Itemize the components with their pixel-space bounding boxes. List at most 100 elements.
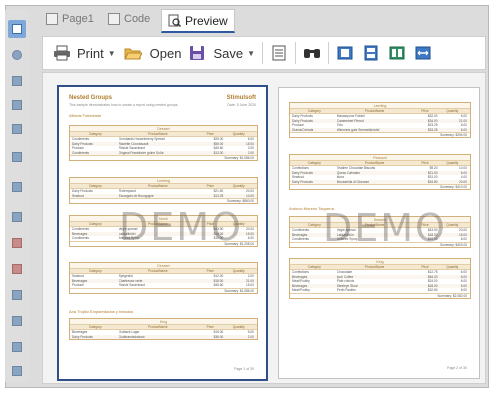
sidebar-tool-button[interactable]: [8, 286, 26, 304]
parameters-button[interactable]: [268, 42, 290, 64]
sidebar-tool-button[interactable]: [8, 338, 26, 356]
data-table: King Category ProductName Price Quantity Conf…: [289, 258, 471, 299]
toolbar-divider: [295, 42, 297, 64]
shape-icon: [12, 290, 22, 300]
chevron-down-icon[interactable]: ▼: [247, 49, 255, 58]
tab-label: Preview: [185, 13, 228, 28]
sidebar-tool-button[interactable]: [8, 234, 26, 252]
report-header: Nested Groups Stimulsoft: [69, 95, 256, 101]
tab-page1[interactable]: Page1: [40, 8, 100, 30]
sidebar-tool-button[interactable]: [8, 46, 26, 64]
page-number: Page 1 of 30: [234, 367, 254, 371]
sidebar-tool-button[interactable]: [8, 96, 26, 114]
sidebar-tool-button[interactable]: [8, 178, 26, 196]
table-cell: Escargots de Bourgogne: [118, 193, 154, 198]
table-cell: 2.00: [247, 150, 254, 155]
table-cell: $13.00: [213, 150, 224, 155]
code-icon: [108, 13, 120, 25]
table-cell: Original Frankfurter grüne Soße: [118, 150, 164, 155]
sidebar-tool-button[interactable]: [8, 72, 26, 90]
table-cell: $33.25: [427, 127, 438, 132]
group-header: Alfreds Futterkiste: [69, 113, 102, 118]
list-icon: [272, 45, 286, 61]
tab-code[interactable]: Code: [102, 8, 156, 30]
binoculars-icon: [304, 49, 321, 58]
demo-watermark: DEMO: [323, 206, 447, 250]
sidebar-tool-button[interactable]: [8, 208, 26, 226]
single-page-button[interactable]: [334, 42, 356, 64]
column-header: Category: [88, 222, 102, 226]
report-page-2[interactable]: Leerling Category ProductName Price Quantity…: [278, 87, 480, 379]
tab-bar: Page1 Code Preview: [34, 5, 484, 33]
report-page-1[interactable]: Nested Groups Stimulsoft This sample dem…: [57, 85, 268, 381]
table-summary: Summary: $860.00: [70, 198, 257, 203]
sidebar-tool-button[interactable]: [8, 362, 26, 380]
sidebar-tool-button[interactable]: [8, 120, 26, 138]
column-header: Category: [88, 269, 102, 273]
column-header: Category: [307, 109, 321, 113]
table-cell: 2.00: [247, 334, 254, 339]
circle-icon: [12, 50, 22, 60]
sidebar-tool-button[interactable]: [8, 260, 26, 278]
pointer-icon: [12, 24, 22, 34]
column-header: Category: [88, 132, 102, 136]
preview-toolbar: Print ▼ Open Save ▼: [42, 36, 486, 70]
brand-name: Stimulsoft: [226, 95, 256, 101]
find-button[interactable]: [301, 42, 323, 64]
column-header: Price: [206, 325, 214, 329]
report-title: Nested Groups: [69, 95, 113, 101]
table-summary: Summary: $1,086.00: [70, 287, 257, 293]
barcode-icon: [12, 316, 22, 326]
sub-report-icon: [12, 342, 22, 352]
column-header: Category: [88, 325, 102, 329]
table-cell: 6.00: [460, 127, 467, 132]
column-header: Quantity: [232, 269, 245, 273]
table-cell: Perth Pasties: [336, 288, 356, 292]
tab-preview[interactable]: Preview: [161, 9, 235, 33]
table-summary: Summary: $410.00: [290, 184, 470, 189]
column-header: Price: [421, 109, 429, 113]
data-table: Leerling Category ProductName Price Quantity…: [289, 102, 471, 138]
save-button[interactable]: Save ▼: [185, 40, 259, 66]
continuous-button[interactable]: [360, 42, 382, 64]
sidebar-tool-button[interactable]: [8, 312, 26, 330]
left-sidebar: [5, 10, 29, 382]
column-header: Price: [421, 265, 429, 269]
column-header: Quantity: [232, 325, 245, 329]
column-header: Price: [421, 161, 429, 165]
open-button[interactable]: Open: [120, 40, 186, 66]
table-summary: Summary: $1,086.00: [70, 155, 257, 160]
data-table: Peacock Category ProductName Price Quantity C…: [289, 154, 471, 190]
demo-watermark: DEMO: [119, 205, 243, 249]
column-header: Price: [206, 184, 214, 188]
table-cell: Dairy Products: [292, 179, 313, 184]
page-width-button[interactable]: [412, 42, 434, 64]
column-header: ProductName: [148, 132, 168, 136]
table-icon: [12, 100, 22, 110]
table-cell: Seafood: [72, 193, 84, 198]
group-icon: [12, 152, 22, 162]
table-cell: $34.80: [427, 179, 438, 184]
column-header: Category: [307, 265, 321, 269]
column-header: Quantity: [446, 265, 459, 269]
data-table: Dessert Category ProductName Price Quantity C…: [69, 125, 258, 161]
column-header: ProductName: [364, 161, 385, 165]
toolbar-divider: [262, 42, 264, 64]
table-cell: Meat/Poultry: [292, 288, 310, 292]
list-icon: [12, 124, 22, 134]
table-cell: $13.25: [213, 193, 224, 198]
multiple-pages-button[interactable]: [386, 42, 408, 64]
column-header: ProductName: [364, 109, 385, 113]
chevron-down-icon[interactable]: ▼: [108, 49, 116, 58]
sidebar-tool-button[interactable]: [8, 148, 26, 166]
table-cell: 15.00: [245, 283, 254, 287]
table-cell: Wimmers gute Semmelknödel: [336, 127, 380, 132]
print-label: Print: [77, 45, 104, 61]
page-icon: [46, 13, 58, 25]
data-table: King Category ProductName Price Quantity Beve…: [69, 318, 258, 340]
table-cell: Mozzarella di Giovanni: [336, 179, 370, 184]
print-button[interactable]: Print ▼: [49, 40, 120, 66]
column-header: ProductName: [364, 265, 385, 269]
column-header: ProductName: [148, 184, 168, 188]
sidebar-select-button[interactable]: [8, 20, 26, 38]
